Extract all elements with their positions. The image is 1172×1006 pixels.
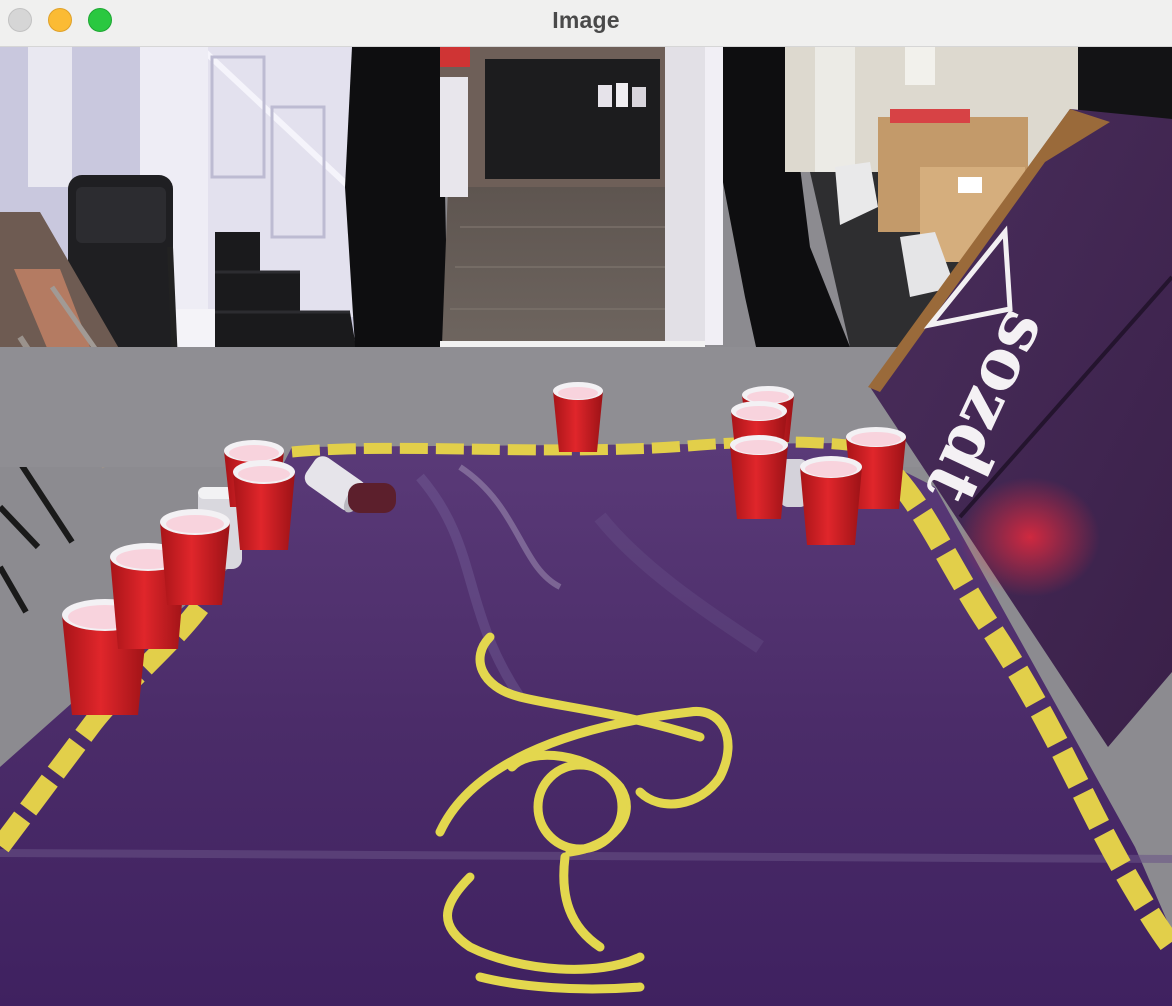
red-stain (348, 483, 396, 513)
shelf-top-right (1078, 47, 1172, 119)
red-bag (440, 47, 470, 67)
red-cup (233, 460, 295, 550)
curtain-left (345, 47, 448, 362)
back-shelf (485, 59, 660, 179)
red-cup (800, 456, 862, 545)
radiator (905, 47, 935, 85)
image-canvas: Ⲫ sozdt (0, 47, 1172, 1006)
photo: Ⲫ sozdt (0, 47, 1172, 1006)
door-frame-left (440, 77, 468, 197)
door-frame-trim (705, 47, 723, 345)
window-title: Image (552, 7, 620, 33)
box-label (958, 177, 982, 193)
red-cup (553, 382, 603, 452)
image-viewer-window: Image sozdt (0, 0, 1172, 1006)
shelf-item (616, 83, 628, 107)
shelf-item (598, 85, 612, 107)
red-cup (730, 435, 788, 519)
shelf-item (632, 87, 646, 107)
right-door (815, 47, 855, 172)
red-cup (160, 509, 230, 605)
red-pack (890, 109, 970, 123)
title-bar: Image (0, 0, 1172, 47)
threshold (440, 341, 705, 347)
left-pillar (28, 47, 72, 187)
